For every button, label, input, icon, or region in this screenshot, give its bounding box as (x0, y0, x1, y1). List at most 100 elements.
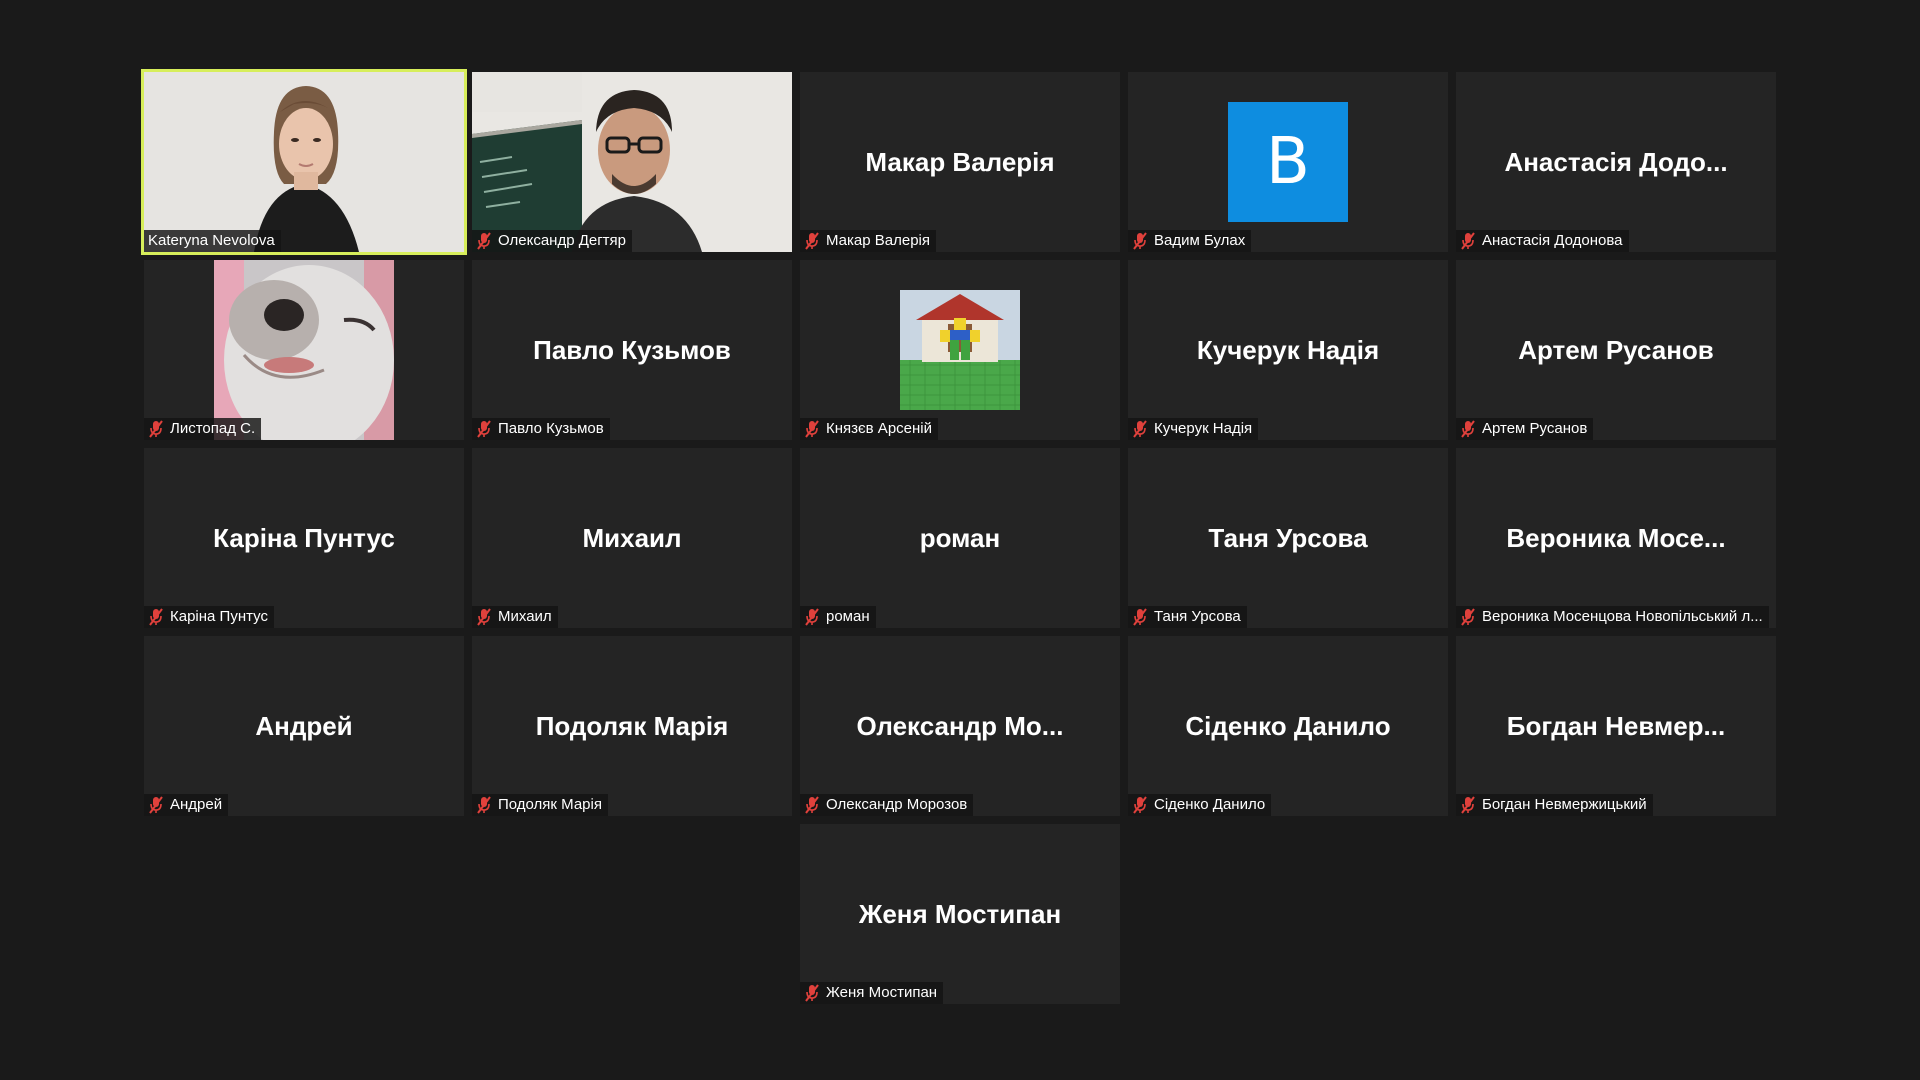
participant-name-tag: Кучерук Надія (1128, 418, 1259, 440)
participant-display-name: Каріна Пунтус (213, 522, 395, 553)
mic-muted-icon (805, 796, 819, 814)
mic-muted-icon (1461, 608, 1475, 626)
participant-name: Каріна Пунтус (170, 608, 268, 625)
participant-name-tag: Михаил (472, 606, 558, 628)
participant-tile-mikhail[interactable]: Михаил Михаил (472, 448, 792, 628)
participant-display-name: Таня Урсова (1208, 522, 1368, 553)
participant-display-name: Анастасія Додо... (1504, 146, 1728, 177)
participant-name: Вероника Мосенцова Новопільський л... (1482, 608, 1763, 625)
participant-name-tag: роман (800, 606, 876, 628)
mic-muted-icon (477, 796, 491, 814)
participant-name: Артем Русанов (1482, 420, 1588, 437)
participant-name: Таня Урсова (1154, 608, 1241, 625)
participant-name-tag: Подоляк Марія (472, 794, 608, 816)
participant-name-tag: Князєв Арсеній (800, 418, 938, 440)
mic-muted-icon (805, 984, 819, 1002)
participant-display-name: Михаил (582, 522, 682, 553)
avatar: B (1228, 102, 1348, 222)
participant-name-tag: Сіденко Данило (1128, 794, 1272, 816)
participant-tile-kucheruk-nadia[interactable]: Кучерук Надія Кучерук Надія (1128, 260, 1448, 440)
participant-tile-veronika-mosentsova[interactable]: Вероника Мосе... Вероника Мосенцова Ново… (1456, 448, 1776, 628)
participant-name: Kateryna Nevolova (148, 232, 275, 249)
mic-muted-icon (1133, 608, 1147, 626)
mic-muted-icon (1461, 796, 1475, 814)
mic-muted-icon (477, 420, 491, 438)
participant-name: Листопад С. (170, 420, 256, 437)
participant-name: Олександр Морозов (826, 796, 968, 813)
participant-display-name: роман (919, 522, 1001, 553)
participant-display-name: Вероника Мосе... (1506, 522, 1726, 553)
participant-tile-anastasia-dodonova[interactable]: Анастасія Додо... Анастасія Додонова (1456, 72, 1776, 252)
participant-name: Сіденко Данило (1154, 796, 1266, 813)
participant-name-tag: Олександр Морозов (800, 794, 974, 816)
participant-name: Анастасія Додонова (1482, 232, 1623, 249)
video-gallery: Kateryna Nevolova Олександр Дегтяр Макар… (141, 69, 1776, 1008)
mic-muted-icon (805, 232, 819, 250)
participant-name: Женя Мостипан (826, 984, 938, 1001)
participant-name-tag: Листопад С. (144, 418, 262, 440)
participant-name-tag: Богдан Невмержицький (1456, 794, 1653, 816)
participant-name: Андрей (170, 796, 223, 813)
participant-name: Вадим Булах (1154, 232, 1246, 249)
participant-tile-tania-ursova[interactable]: Таня Урсова Таня Урсова (1128, 448, 1448, 628)
participant-display-name: Сіденко Данило (1185, 710, 1391, 741)
participant-tile-lystopad[interactable]: Листопад С. (144, 260, 464, 440)
participant-name-tag: Анастасія Додонова (1456, 230, 1629, 252)
participant-display-name: Женя Мостипан (858, 898, 1062, 929)
participant-tile-pavlo-kuzmov[interactable]: Павло Кузьмов Павло Кузьмов (472, 260, 792, 440)
participant-name-tag: Олександр Дегтяр (472, 230, 633, 252)
participant-name-tag: Таня Урсова (1128, 606, 1247, 628)
participant-tile-vadym-bulakh[interactable]: B Вадим Булах (1128, 72, 1448, 252)
participant-tile-bohdan-nevmerzhytskyi[interactable]: Богдан Невмер... Богдан Невмержицький (1456, 636, 1776, 816)
participant-display-name: Кучерук Надія (1196, 334, 1380, 365)
participant-tile-podoliak-maria[interactable]: Подоляк Марія Подоляк Марія (472, 636, 792, 816)
participant-tile-karina-puntus[interactable]: Каріна Пунтус Каріна Пунтус (144, 448, 464, 628)
mic-muted-icon (805, 420, 819, 438)
participant-display-name: Богдан Невмер... (1506, 710, 1726, 741)
participant-display-name: Макар Валерія (865, 146, 1055, 177)
mic-muted-icon (1133, 796, 1147, 814)
participant-name: роман (826, 608, 870, 625)
participant-tile-makar-valeria[interactable]: Макар Валерія Макар Валерія (800, 72, 1120, 252)
participant-display-name: Андрей (255, 710, 353, 741)
participant-display-name: Павло Кузьмов (533, 334, 731, 365)
participant-name-tag: Павло Кузьмов (472, 418, 610, 440)
participant-name-tag: Артем Русанов (1456, 418, 1594, 440)
mic-muted-icon (149, 796, 163, 814)
participant-name: Кучерук Надія (1154, 420, 1253, 437)
participant-tile-andrei[interactable]: Андрей Андрей (144, 636, 464, 816)
dog-profile-picture (214, 260, 394, 440)
participant-tile-oleksandr-morozov[interactable]: Олександр Мо... Олександр Морозов (800, 636, 1120, 816)
mic-muted-icon (1133, 232, 1147, 250)
participant-tile-sidenko-danylo[interactable]: Сіденко Данило Сіденко Данило (1128, 636, 1448, 816)
mic-muted-icon (1133, 420, 1147, 438)
mic-muted-icon (805, 608, 819, 626)
participant-tile-artem-rusanov[interactable]: Артем Русанов Артем Русанов (1456, 260, 1776, 440)
participant-name: Подоляк Марія (498, 796, 602, 813)
participant-name-tag: Kateryna Nevolova (144, 230, 281, 252)
participant-name-tag: Женя Мостипан (800, 982, 944, 1004)
participant-name: Князєв Арсеній (826, 420, 932, 437)
camera-video (144, 72, 464, 252)
mic-muted-icon (1461, 232, 1475, 250)
participant-name-tag: Макар Валерія (800, 230, 936, 252)
participant-tile-kniazev-arsenii[interactable]: Князєв Арсеній (800, 260, 1120, 440)
participant-display-name: Артем Русанов (1518, 334, 1714, 365)
game-character-profile-picture (900, 290, 1020, 410)
participant-display-name: Олександр Мо... (856, 710, 1064, 741)
mic-muted-icon (1461, 420, 1475, 438)
participant-name: Богдан Невмержицький (1482, 796, 1647, 813)
participant-tile-kateryna-nevolova[interactable]: Kateryna Nevolova (141, 69, 467, 255)
mic-muted-icon (149, 420, 163, 438)
participant-name: Макар Валерія (826, 232, 930, 249)
mic-muted-icon (477, 608, 491, 626)
participant-name-tag: Вероника Мосенцова Новопільський л... (1456, 606, 1769, 628)
participant-name-tag: Вадим Булах (1128, 230, 1252, 252)
participant-name: Павло Кузьмов (498, 420, 604, 437)
participant-name-tag: Каріна Пунтус (144, 606, 274, 628)
camera-video (472, 72, 792, 252)
participant-tile-oleksandr-degtyar[interactable]: Олександр Дегтяр (472, 72, 792, 252)
participant-tile-roman[interactable]: роман роман (800, 448, 1120, 628)
participant-display-name: Подоляк Марія (535, 710, 729, 741)
participant-tile-zhenia-mostypan[interactable]: Женя Мостипан Женя Мостипан (800, 824, 1120, 1004)
